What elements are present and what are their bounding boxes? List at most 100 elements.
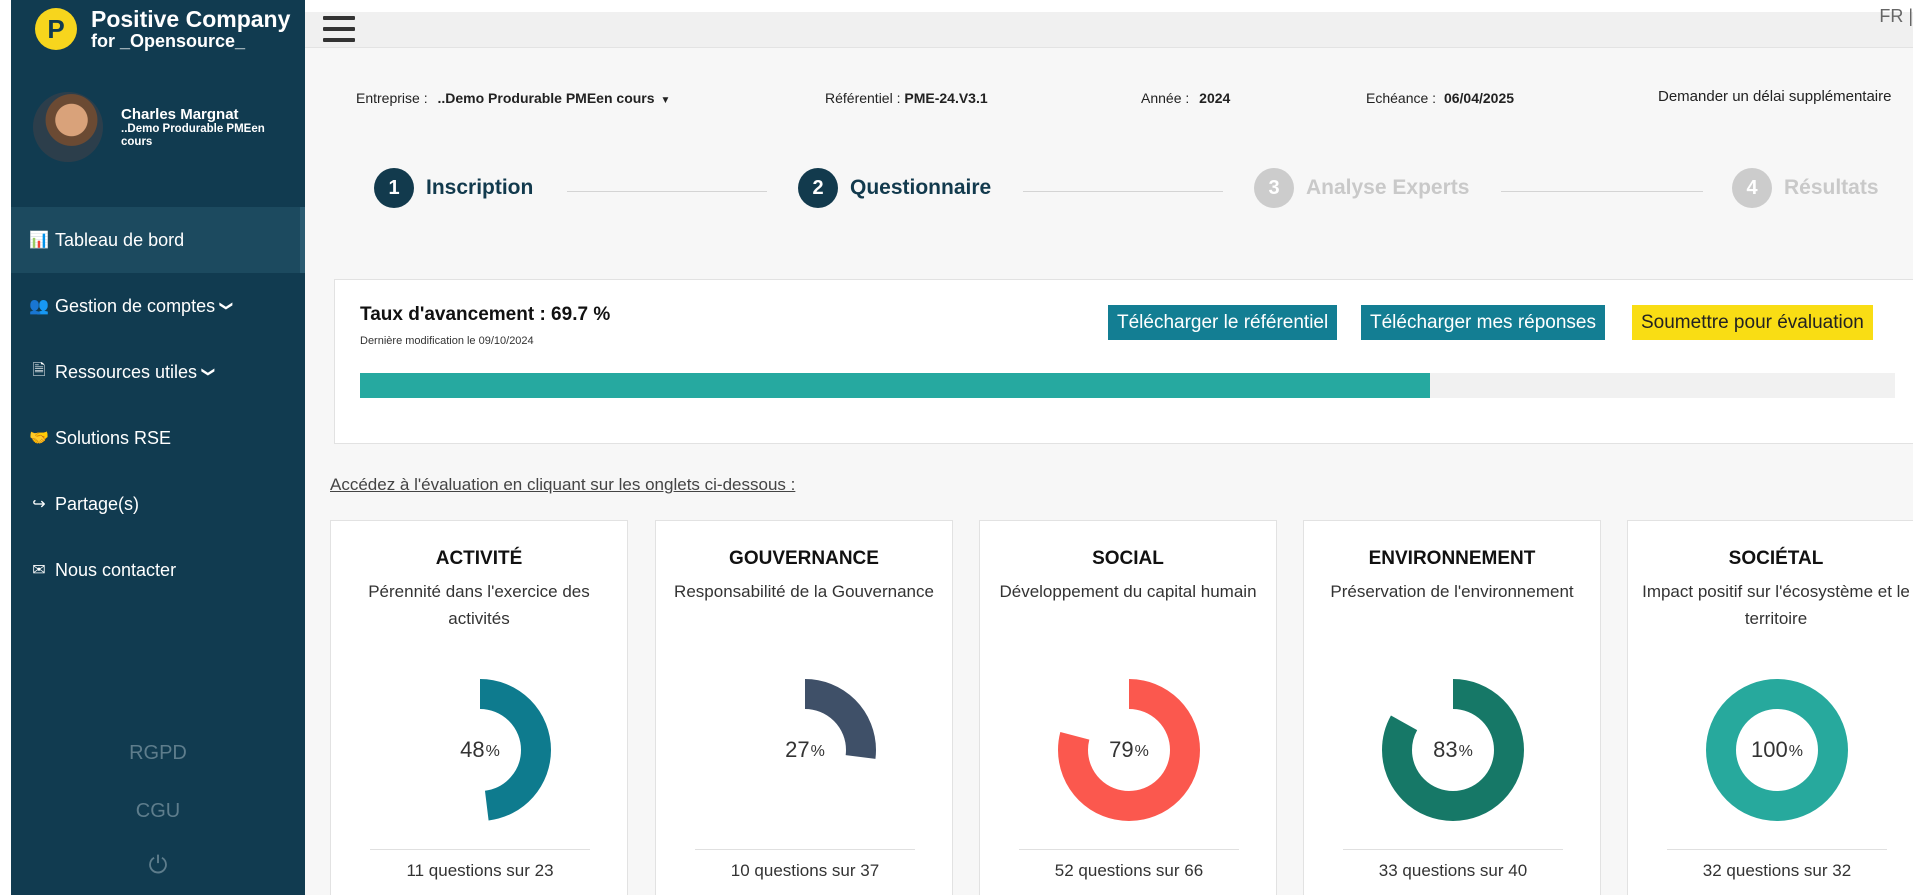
evaluation-hint: Accédez à l'évaluation en cliquant sur l…: [330, 475, 796, 494]
echeance-info: Echéance : 06/04/2025: [1366, 90, 1514, 106]
step-2[interactable]: 2 Questionnaire: [798, 168, 991, 208]
donut-value: 48%: [409, 679, 551, 821]
document-icon: 🗎: [32, 361, 46, 379]
donut-value: 83%: [1382, 679, 1524, 821]
category-description: Impact positif sur l'écosystème et le te…: [1642, 582, 1910, 628]
download-referentiel-button[interactable]: Télécharger le référentiel: [1108, 305, 1338, 340]
last-modified: Dernière modification le 09/10/2024: [360, 335, 534, 347]
divider: [1667, 849, 1887, 850]
category-card-gouvernance[interactable]: GOUVERNANCE Responsabilité de la Gouverna…: [655, 520, 953, 895]
progress-title: Taux d'avancement : 69.7 %: [360, 304, 611, 325]
users-icon: 👥: [29, 298, 49, 315]
donut-percent-number: 79: [1109, 737, 1134, 762]
category-card-environnement[interactable]: ENVIRONNEMENT Préservation de l'environne…: [1303, 520, 1601, 895]
category-card-social[interactable]: SOCIAL Développement du capital humain 79%…: [979, 520, 1277, 895]
sidebar-item-rse[interactable]: 🤝 Solutions RSE: [11, 405, 305, 471]
step-number: 1: [374, 168, 414, 208]
category-description: Pérennité dans l'exercice des activités: [368, 582, 590, 628]
referentiel-label: Référentiel :: [825, 90, 901, 106]
donut-value: 27%: [734, 679, 876, 821]
category-description: Préservation de l'environnement: [1330, 582, 1574, 601]
user-organization: ..Demo Produrable PMEen cours: [121, 122, 265, 148]
sidebar-item-resources[interactable]: 🗎 Ressources utiles ❯: [11, 339, 305, 405]
entreprise-value: ..Demo Produrable PMEen cours: [437, 90, 655, 106]
hamburger-menu-icon[interactable]: [323, 16, 355, 42]
handshake-icon: 🤝: [29, 430, 49, 447]
sidebar-nav: 📊 Tableau de bord 👥 Gestion de comptes ❯ 🗎 Res…: [11, 207, 305, 603]
power-icon[interactable]: ⏻: [11, 852, 305, 880]
category-donut-chart: 83%: [1382, 679, 1524, 821]
step-connector: [1023, 191, 1223, 192]
step-1[interactable]: 1 Inscription: [374, 168, 533, 208]
step-4[interactable]: 4 Résultats: [1732, 168, 1879, 208]
avatar: [33, 92, 103, 162]
step-connector: [567, 191, 767, 192]
category-title: SOCIAL: [1092, 548, 1164, 569]
sidebar-item-shares[interactable]: ↪ Partage(s): [11, 471, 305, 537]
category-title: ENVIRONNEMENT: [1368, 548, 1536, 569]
category-donut-chart: 27%: [734, 679, 876, 821]
donut-percent-number: 83: [1433, 737, 1458, 762]
annee-info: Année : 2024: [1141, 90, 1230, 106]
donut-percent-number: 100: [1751, 737, 1788, 762]
referentiel-info: Référentiel : PME-24.V3.1: [825, 90, 988, 106]
category-donut-chart: 100%: [1706, 679, 1848, 821]
submit-evaluation-button[interactable]: Soumettre pour évaluation: [1632, 305, 1873, 340]
entreprise-label: Entreprise :: [356, 90, 428, 106]
category-donut-chart: 48%: [409, 679, 551, 821]
step-label: Analyse Experts: [1306, 176, 1470, 199]
user-name: Charles Margnat: [121, 105, 239, 123]
mail-icon: ✉: [32, 562, 46, 579]
step-number: 3: [1254, 168, 1294, 208]
step-3[interactable]: 3 Analyse Experts: [1254, 168, 1469, 208]
step-label: Résultats: [1784, 176, 1879, 199]
category-question-count: 10 questions sur 37: [730, 861, 880, 880]
percent-sign: %: [1458, 743, 1473, 760]
annee-label: Année :: [1141, 90, 1190, 106]
divider: [370, 849, 590, 850]
brand[interactable]: P Positive Company for _Opensource_: [35, 8, 290, 52]
sidebar-item-dashboard[interactable]: 📊 Tableau de bord: [11, 207, 305, 273]
download-answers-button[interactable]: Télécharger mes réponses: [1361, 305, 1605, 340]
progress-bar-fill: [360, 373, 1430, 398]
sidebar-item-accounts[interactable]: 👥 Gestion de comptes ❯: [11, 273, 305, 339]
divider: [1019, 849, 1239, 850]
category-question-count: 52 questions sur 66: [1054, 861, 1204, 880]
progress-card: Taux d'avancement : 69.7 % Dernière modi…: [334, 279, 1913, 444]
sidebar-item-label: Nous contacter: [55, 559, 177, 580]
referentiel-value: PME-24.V3.1: [904, 90, 988, 106]
category-card-activite[interactable]: ACTIVITÉ Pérennité dans l'exercice des ac…: [330, 520, 628, 895]
language-switch[interactable]: FR |: [1879, 6, 1913, 27]
donut-value: 100%: [1706, 679, 1848, 821]
user-profile[interactable]: Charles Margnat ..Demo Produrable PMEen …: [33, 92, 296, 162]
percent-sign: %: [1788, 743, 1803, 760]
sidebar-item-label: Partage(s): [55, 493, 140, 514]
sidebar-item-label: Solutions RSE: [55, 427, 172, 448]
sidebar-item-label: Ressources utiles: [55, 361, 198, 382]
rgpd-link[interactable]: RGPD: [11, 742, 305, 765]
brand-logo-icon: P: [35, 8, 77, 50]
sidebar-item-label: Gestion de comptes: [55, 295, 216, 316]
caret-down-icon: ▼: [660, 95, 671, 106]
sidebar-item-label: Tableau de bord: [55, 229, 185, 250]
entreprise-selector[interactable]: Entreprise : ..Demo Produrable PMEen cou…: [356, 90, 670, 106]
divider: [1343, 849, 1563, 850]
chevron-down-icon: ❯: [219, 300, 235, 312]
step-number: 4: [1732, 168, 1772, 208]
request-delay-link[interactable]: Demander un délai supplémentaire: [1658, 88, 1891, 105]
brand-name: Positive Company: [91, 6, 291, 32]
cgu-link[interactable]: CGU: [11, 800, 305, 823]
category-donut-chart: 79%: [1058, 679, 1200, 821]
sidebar: P Positive Company for _Opensource_ Char…: [11, 0, 305, 895]
donut-value: 79%: [1058, 679, 1200, 821]
donut-percent-number: 27: [785, 737, 810, 762]
percent-sign: %: [1134, 743, 1149, 760]
category-title: ACTIVITÉ: [435, 548, 523, 569]
category-question-count: 32 questions sur 32: [1702, 861, 1852, 880]
sidebar-item-contact[interactable]: ✉ Nous contacter: [11, 537, 305, 603]
step-label: Inscription: [426, 176, 534, 199]
percent-sign: %: [810, 743, 825, 760]
donut-percent-number: 48: [460, 737, 485, 762]
category-card-societal[interactable]: SOCIÉTAL Impact positif sur l'écosystème …: [1627, 520, 1913, 895]
brand-subtitle: for _Opensource_: [91, 31, 246, 51]
